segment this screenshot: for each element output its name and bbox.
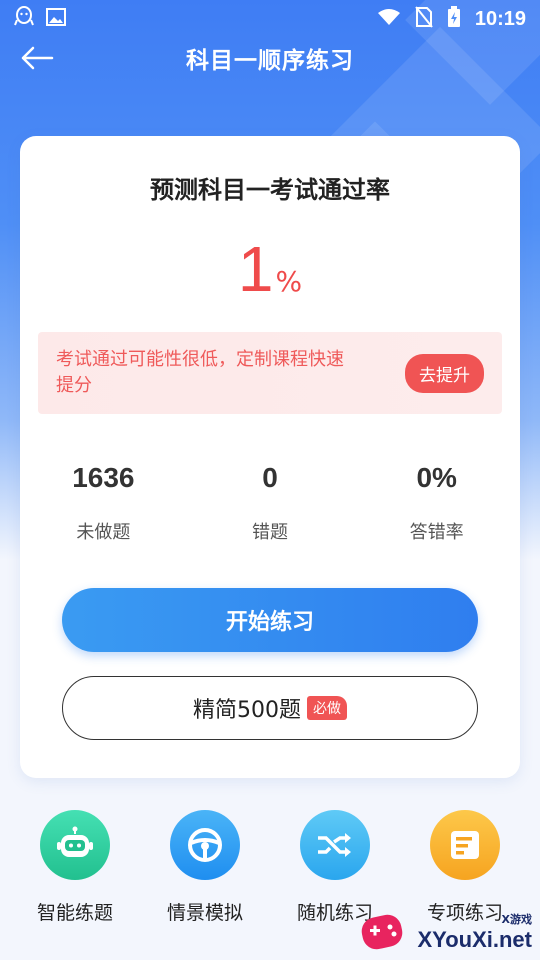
card-title: 预测科目一考试通过率 [150, 176, 390, 204]
status-bar: 10:19 [0, 0, 540, 38]
robot-icon [40, 810, 110, 880]
stat-value: 1636 [72, 462, 135, 493]
quick-actions: 智能练题 情景模拟 随机练习 专项练习 [0, 810, 540, 925]
stat-value: 0 [262, 462, 278, 493]
jingjian-label: 精简500题 [193, 698, 301, 723]
stat-error-rate: 0% 答错率 [353, 462, 520, 544]
improve-button[interactable]: 去提升 [405, 353, 484, 393]
stat-undone[interactable]: 1636 未做题 [20, 462, 187, 544]
quick-label: 情景模拟 [166, 902, 243, 924]
stat-value: 0% [416, 462, 457, 493]
start-practice-button[interactable]: 开始练习 [62, 588, 478, 652]
tip-text: 考试通过可能性很低，定制课程快速提分 [56, 349, 344, 396]
shuffle-icon [300, 810, 370, 880]
stat-label: 答错率 [409, 522, 464, 543]
quick-item-scenario-sim[interactable]: 情景模拟 [145, 810, 265, 925]
quick-item-smart-practice[interactable]: 智能练题 [15, 810, 135, 925]
jingjian-500-button[interactable]: 精简500题 必做 [62, 676, 478, 740]
quick-item-random-practice[interactable]: 随机练习 [275, 810, 395, 925]
watermark-cn: X游戏 [501, 913, 532, 926]
document-icon [430, 810, 500, 880]
back-button[interactable] [20, 40, 60, 76]
pass-rate-unit: % [275, 265, 303, 298]
steering-wheel-icon [170, 810, 240, 880]
pass-rate: 1% [20, 232, 520, 306]
page-title: 科目一顺序练习 [186, 48, 354, 74]
watermark: X游戏 XYouXi.net [358, 910, 533, 954]
no-sim-icon [415, 6, 433, 32]
tip-banner: 考试通过可能性很低，定制课程快速提分 去提升 [38, 332, 502, 414]
wifi-icon [377, 8, 401, 30]
watermark-en: XYouXi.net [417, 927, 533, 952]
battery-charging-icon [447, 6, 461, 32]
pass-rate-value: 1 [237, 233, 274, 305]
prediction-card: 预测科目一考试通过率 1% 考试通过可能性很低，定制课程快速提分 去提升 163… [20, 136, 520, 778]
must-badge: 必做 [307, 696, 347, 720]
stat-wrong[interactable]: 0 错题 [187, 462, 354, 544]
nav-bar: 科目一顺序练习 [0, 38, 540, 78]
arrow-left-icon [21, 46, 54, 70]
stats-row: 1636 未做题 0 错题 0% 答错率 [20, 462, 520, 544]
stat-label: 未做题 [76, 522, 131, 543]
stat-label: 错题 [252, 522, 288, 543]
status-time: 10:19 [474, 7, 526, 30]
qq-icon [14, 6, 34, 32]
image-icon [46, 8, 66, 30]
quick-label: 智能练题 [36, 902, 113, 924]
gamepad-logo-icon [361, 914, 402, 950]
quick-item-special-practice[interactable]: 专项练习 [405, 810, 525, 925]
